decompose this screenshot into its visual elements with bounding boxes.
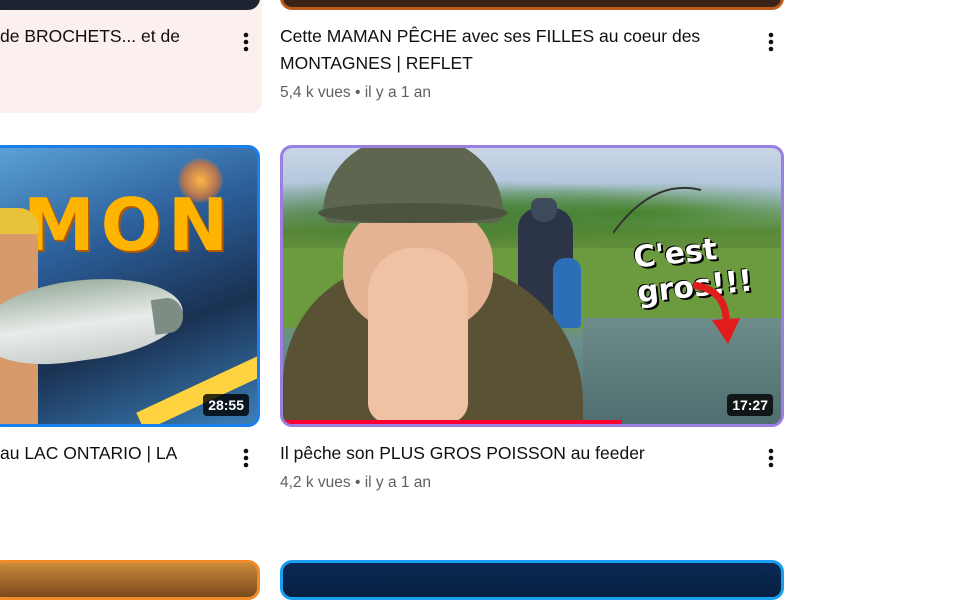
video-thumbnail-top-left[interactable] [0,0,260,10]
more-vert-icon[interactable] [759,30,783,54]
video-title[interactable]: de BROCHETS... et de [0,23,240,50]
more-vert-icon[interactable] [759,446,783,470]
more-vert-icon[interactable] [234,30,258,54]
boy-hands [368,248,468,423]
video-title-line-2[interactable]: MONTAGNES | REFLET [280,50,760,77]
video-thumbnail[interactable]: MON 28:55 [0,145,260,427]
video-thumbnail[interactable] [280,560,784,600]
video-title[interactable]: au LAC ONTARIO | LA [0,440,240,467]
video-thumbnail-top-right[interactable] [280,0,784,10]
watch-progress-bar [283,420,622,424]
adult-head [531,198,557,222]
video-duration: 17:27 [727,394,773,416]
thumbnail-title-text: MON [23,183,235,267]
video-thumbnail[interactable]: C'est gros!!! 17:27 [280,145,784,427]
red-arrow-icon [692,281,740,344]
cap-brim [318,203,508,223]
fishing-rod-line [613,186,702,234]
video-duration: 28:55 [203,394,249,416]
more-vert-icon[interactable] [234,446,258,470]
video-title-line-1[interactable]: Cette MAMAN PÊCHE avec ses FILLES au coe… [280,23,760,50]
video-metadata: 4,2 k vues • il y a 1 an [280,474,432,491]
video-thumbnail[interactable] [0,560,260,600]
video-metadata: 5,4 k vues • il y a 1 an [280,84,432,101]
card-hover-background [0,0,262,113]
child-figure [553,258,581,328]
video-title[interactable]: Il pêche son PLUS GROS POISSON au feeder [280,440,760,467]
